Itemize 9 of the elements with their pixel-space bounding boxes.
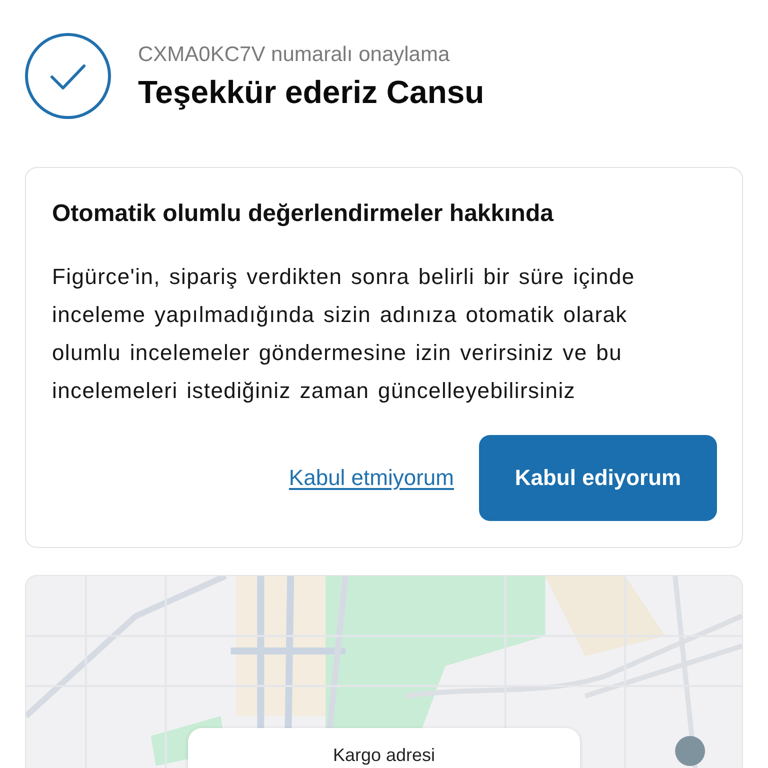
accept-button[interactable]: Kabul ediyorum [479, 435, 717, 521]
card-title: Otomatik olumlu değerlendirmeler hakkında [52, 199, 555, 229]
address-card-title: Kargo adresi [332, 744, 436, 766]
confirmation-number: CXMA0KC7V numaralı onaylama [138, 42, 451, 68]
consent-text: Figürce'in, sipariş verdikten sonra belirli bir süre içinde inceleme yapılmadığında sizin adınıza otomatik olarak olumlu incelemeler göndermesine izin verirsiniz ve bu incelemeleri istediğiniz zaman güncelleyebilirsiniz [52, 263, 636, 405]
address-card[interactable]: Kargo adresi [188, 728, 580, 768]
check-circle-icon [25, 33, 111, 119]
thank-you-title: Teşekkür ederiz Cansu [138, 74, 484, 110]
decline-link[interactable]: Kabul etmiyorum [288, 465, 454, 491]
